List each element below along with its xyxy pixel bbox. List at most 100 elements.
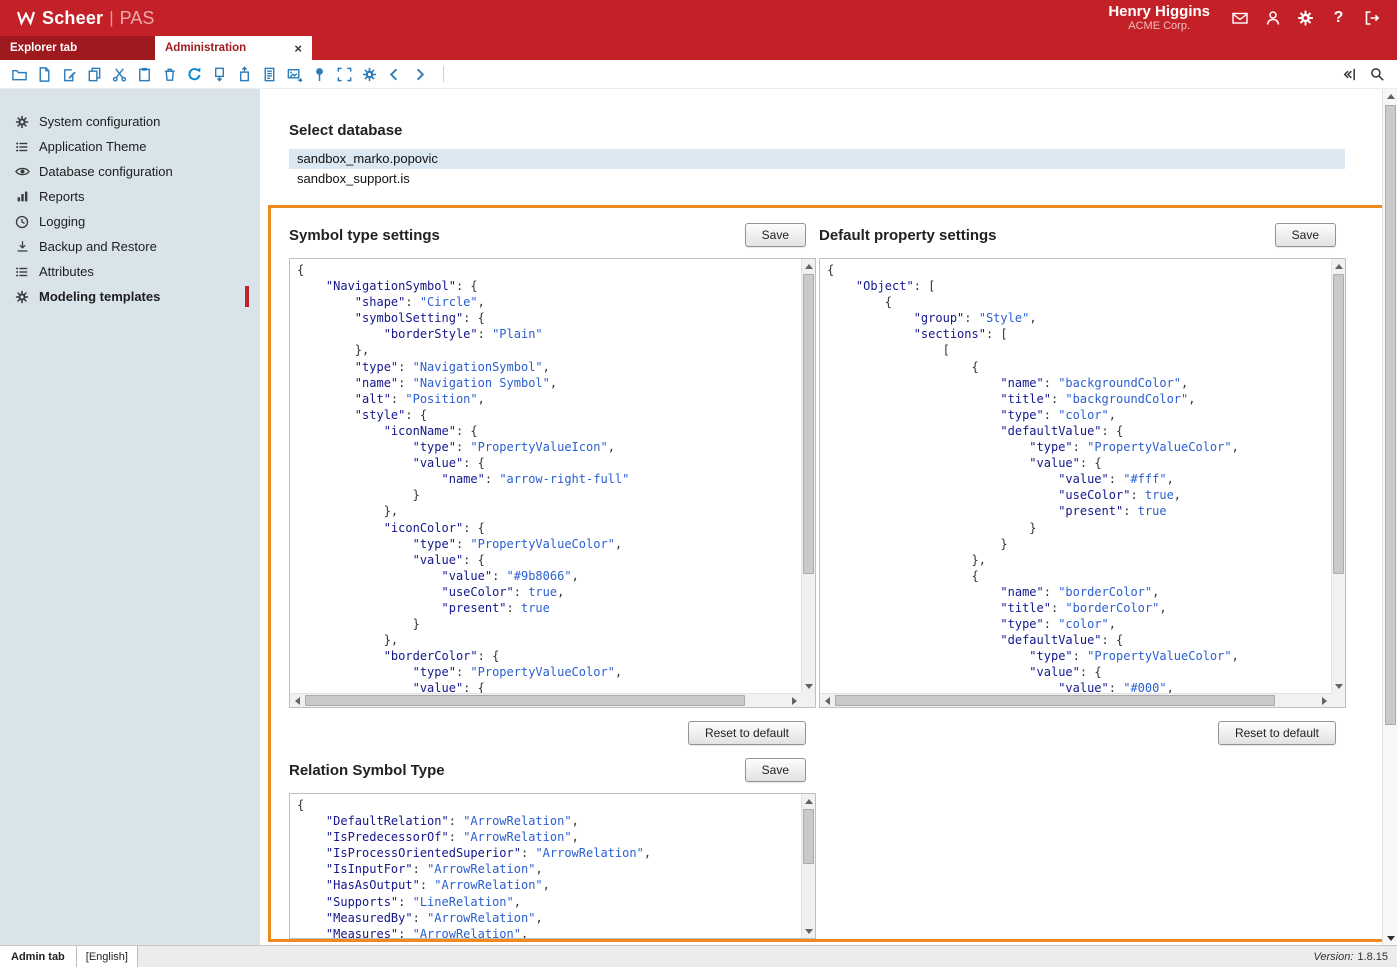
app-header: Scheer | PAS Henry Higgins ACME Corp. ? xyxy=(0,0,1397,36)
scroll-up-button[interactable] xyxy=(1383,89,1397,103)
toolbar xyxy=(0,60,1397,89)
status-language-selector[interactable]: [English] xyxy=(77,946,138,967)
vertical-scrollbar[interactable] xyxy=(801,259,815,693)
edit-icon[interactable] xyxy=(60,65,79,84)
select-database-title: Select database xyxy=(289,122,402,139)
user-info[interactable]: Henry Higgins ACME Corp. xyxy=(1108,4,1210,33)
status-version: Version: 1.8.15 xyxy=(1313,946,1397,967)
version-value: 1.8.15 xyxy=(1357,951,1388,963)
brand-logo: Scheer | PAS xyxy=(0,8,154,29)
sidebar-item-modeling-templates[interactable]: Modeling templates xyxy=(0,284,260,309)
sidebar-item-application-theme[interactable]: Application Theme xyxy=(0,134,260,159)
database-list: sandbox_marko.popovic sandbox_support.is xyxy=(289,149,1345,189)
tab-administration[interactable]: Administration × xyxy=(155,36,312,60)
relation-symbol-save-button[interactable]: Save xyxy=(745,758,806,782)
pin-icon[interactable] xyxy=(310,65,329,84)
sidebar-item-attributes[interactable]: Attributes xyxy=(0,259,260,284)
scrollbar-corner xyxy=(1331,693,1345,707)
export-image-icon[interactable] xyxy=(285,65,304,84)
tab-explorer[interactable]: Explorer tab xyxy=(0,36,155,60)
scroll-down-button[interactable] xyxy=(1332,679,1346,693)
sidebar-item-logging[interactable]: Logging xyxy=(0,209,260,234)
scroll-up-button[interactable] xyxy=(802,794,816,808)
copy-icon[interactable] xyxy=(85,65,104,84)
settings-icon[interactable] xyxy=(1296,9,1315,28)
paste-icon[interactable] xyxy=(135,65,154,84)
vertical-scrollbar[interactable] xyxy=(1331,259,1345,693)
cut-icon[interactable] xyxy=(110,65,129,84)
mail-icon[interactable] xyxy=(1230,9,1249,28)
vertical-scrollbar[interactable] xyxy=(801,794,815,938)
scrollbar-thumb[interactable] xyxy=(835,695,1275,706)
sidebar-item-label: Reports xyxy=(39,189,85,204)
fit-view-icon[interactable] xyxy=(335,65,354,84)
scrollbar-thumb[interactable] xyxy=(1333,274,1344,574)
sidebar-item-label: Attributes xyxy=(39,264,94,279)
import-file-icon[interactable] xyxy=(235,65,254,84)
new-document-icon[interactable] xyxy=(35,65,54,84)
export-file-icon[interactable] xyxy=(210,65,229,84)
brand-scheer: Scheer xyxy=(42,8,103,29)
status-admin-tab[interactable]: Admin tab xyxy=(0,946,77,967)
scroll-up-button[interactable] xyxy=(1332,259,1346,273)
refresh-icon[interactable] xyxy=(185,65,204,84)
scroll-down-button[interactable] xyxy=(1383,931,1397,945)
gear-icon xyxy=(14,289,30,305)
symbol-type-reset-button[interactable]: Reset to default xyxy=(688,721,806,745)
symbol-type-column: Symbol type settings Save { "NavigationS… xyxy=(289,220,816,939)
active-item-indicator xyxy=(245,286,249,307)
help-icon[interactable]: ? xyxy=(1329,9,1348,28)
default-property-reset-button[interactable]: Reset to default xyxy=(1218,721,1336,745)
relation-symbol-code[interactable]: { "DefaultRelation": "ArrowRelation", "I… xyxy=(290,794,801,938)
database-row-sandbox-marko-popovic[interactable]: sandbox_marko.popovic xyxy=(289,149,1345,169)
navigate-forward-icon[interactable] xyxy=(410,65,429,84)
scrollbar-thumb[interactable] xyxy=(803,809,814,864)
toolbar-settings-icon[interactable] xyxy=(360,65,379,84)
download-icon xyxy=(14,239,30,255)
scroll-down-button[interactable] xyxy=(802,924,816,938)
scroll-up-button[interactable] xyxy=(802,259,816,273)
open-icon[interactable] xyxy=(10,65,29,84)
sidebar-item-reports[interactable]: Reports xyxy=(0,184,260,209)
tab-explorer-label: Explorer tab xyxy=(10,42,77,54)
delete-icon[interactable] xyxy=(160,65,179,84)
relation-symbol-type-title: Relation Symbol Type xyxy=(289,762,445,779)
scrollbar-thumb[interactable] xyxy=(803,274,814,574)
collapse-panel-icon[interactable] xyxy=(1339,65,1358,84)
symbol-type-save-button[interactable]: Save xyxy=(745,223,806,247)
sidebar: System configuration Application Theme D… xyxy=(0,89,260,945)
symbol-type-editor[interactable]: { "NavigationSymbol": { "shape": "Circle… xyxy=(289,258,816,708)
eye-icon xyxy=(14,164,30,180)
settings-highlight-region: Symbol type settings Save { "NavigationS… xyxy=(268,205,1392,942)
relation-symbol-editor[interactable]: { "DefaultRelation": "ArrowRelation", "I… xyxy=(289,793,816,939)
report-file-icon[interactable] xyxy=(260,65,279,84)
sidebar-item-system-configuration[interactable]: System configuration xyxy=(0,109,260,134)
scrollbar-thumb[interactable] xyxy=(305,695,745,706)
database-row-sandbox-support-is[interactable]: sandbox_support.is xyxy=(289,169,1345,189)
horizontal-scrollbar[interactable] xyxy=(290,693,801,707)
default-property-code[interactable]: { "Object": [ { "group": "Style", "secti… xyxy=(820,259,1331,693)
list-icon xyxy=(14,139,30,155)
close-icon[interactable]: × xyxy=(286,41,302,56)
symbol-type-code[interactable]: { "NavigationSymbol": { "shape": "Circle… xyxy=(290,259,801,693)
sidebar-item-database-configuration[interactable]: Database configuration xyxy=(0,159,260,184)
scroll-right-button[interactable] xyxy=(1317,694,1331,708)
logout-icon[interactable] xyxy=(1362,9,1381,28)
main-vertical-scrollbar[interactable] xyxy=(1382,89,1397,945)
header-right: Henry Higgins ACME Corp. ? xyxy=(1108,4,1397,33)
user-icon[interactable] xyxy=(1263,9,1282,28)
default-property-save-button[interactable]: Save xyxy=(1275,223,1336,247)
scroll-down-button[interactable] xyxy=(802,679,816,693)
default-property-editor[interactable]: { "Object": [ { "group": "Style", "secti… xyxy=(819,258,1346,708)
search-icon[interactable] xyxy=(1368,65,1387,84)
scroll-right-button[interactable] xyxy=(787,694,801,708)
sidebar-item-label: Backup and Restore xyxy=(39,239,157,254)
brand-pas: PAS xyxy=(120,8,155,29)
scroll-left-button[interactable] xyxy=(820,694,834,708)
scrollbar-thumb[interactable] xyxy=(1385,105,1396,725)
sidebar-item-backup-and-restore[interactable]: Backup and Restore xyxy=(0,234,260,259)
navigate-back-icon[interactable] xyxy=(385,65,404,84)
horizontal-scrollbar[interactable] xyxy=(820,693,1331,707)
scroll-left-button[interactable] xyxy=(290,694,304,708)
scheer-logo-mark xyxy=(16,9,36,27)
